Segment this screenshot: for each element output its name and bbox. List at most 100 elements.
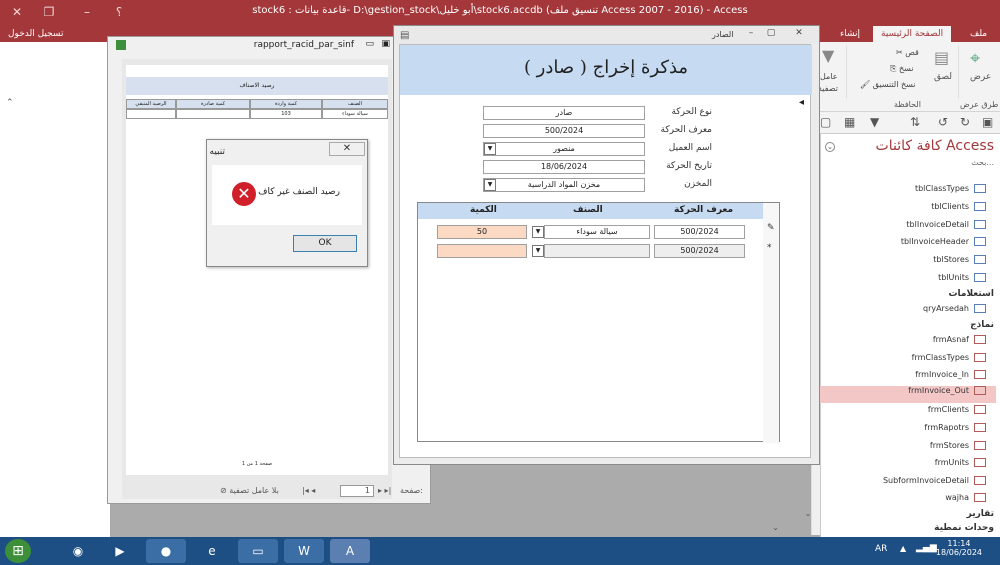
nav-item-table[interactable]: tblInvoiceDetail: [906, 220, 986, 237]
chrome-icon[interactable]: ◉: [58, 539, 98, 563]
format-painter-button[interactable]: 🖌 نسخ التنسيق: [860, 80, 915, 89]
nav-item-form[interactable]: frmClients: [928, 405, 986, 422]
cut-button[interactable]: ✂ قص: [896, 48, 919, 57]
nav-item-form[interactable]: SubformInvoiceDetail: [883, 476, 986, 493]
nav-arrows-next[interactable]: ▸ ▸|: [378, 486, 391, 495]
table-icon: [974, 237, 986, 246]
dropdown-arrow-icon[interactable]: ▼: [532, 226, 544, 238]
view-icon[interactable]: ⌖: [970, 48, 980, 69]
ok-button[interactable]: OK: [293, 235, 357, 252]
tab-home[interactable]: الصفحة الرئيسية: [873, 26, 952, 42]
media-player-icon[interactable]: ▶: [100, 539, 140, 563]
copy-icon: ⎘: [890, 64, 899, 73]
nav-item-form[interactable]: frmUnits: [935, 458, 986, 475]
nav-item-table[interactable]: tblStores: [933, 255, 986, 272]
nav-group-reports[interactable]: ⌄ تقارير: [805, 509, 994, 524]
brush-icon: 🖌: [860, 80, 873, 89]
nav-item-form[interactable]: frmClassTypes: [912, 353, 986, 370]
collapse-ribbon-icon[interactable]: ⌃: [6, 98, 14, 108]
close-icon[interactable]: ✕: [788, 28, 810, 41]
error-icon: ✕: [232, 182, 256, 206]
record-selector-icon[interactable]: ◂: [799, 97, 804, 108]
filter-status[interactable]: ⊘ بلا عامل تصفية: [220, 486, 279, 495]
new-row-item-select[interactable]: [544, 244, 650, 258]
nav-item-form[interactable]: wajha: [945, 493, 986, 510]
nav-item-table[interactable]: tblInvoiceHeader: [901, 237, 986, 254]
minimize-icon[interactable]: ▭: [365, 39, 374, 49]
filter-button-line2[interactable]: تصفية: [818, 84, 838, 93]
paste-icon[interactable]: ▤: [934, 48, 949, 67]
nav-item-form[interactable]: frmStores: [930, 441, 986, 458]
alert-message: رصيد الصنف غير كاف: [258, 187, 340, 197]
filter-icon[interactable]: ▼: [822, 46, 834, 65]
nav-item-form-selected[interactable]: frmInvoice_Out: [820, 386, 996, 403]
nav-item-form[interactable]: frmInvoice_In: [915, 370, 986, 387]
network-icon[interactable]: ▂▄▆: [916, 543, 937, 553]
nav-search-input[interactable]: بحث...: [823, 158, 998, 172]
edit-pencil-icon[interactable]: ✎: [767, 223, 775, 233]
restore-icon[interactable]: ▣: [381, 39, 390, 49]
new-row-quantity[interactable]: [437, 244, 527, 258]
copy-button[interactable]: ⎘ نسخ: [890, 64, 913, 74]
movement-id-field[interactable]: 500/2024: [483, 124, 645, 138]
dropdown-arrow-icon[interactable]: ▼: [484, 179, 496, 191]
access-icon[interactable]: A: [330, 539, 370, 563]
clock[interactable]: 11:14 18/06/2024: [936, 539, 982, 557]
filter-toggle-icon[interactable]: ▼: [870, 115, 879, 129]
view-button[interactable]: عرض: [970, 72, 991, 82]
redo-icon[interactable]: ↻: [960, 115, 970, 129]
nav-group-modules[interactable]: ⌄ وحدات نمطية: [772, 523, 994, 538]
file-explorer-icon[interactable]: ▭: [238, 539, 278, 563]
word-icon[interactable]: W: [284, 539, 324, 563]
row-quantity[interactable]: 50: [437, 225, 527, 239]
language-indicator[interactable]: AR: [875, 544, 887, 554]
client-name-select[interactable]: منصور: [483, 142, 645, 156]
movement-type-field[interactable]: صادر: [483, 106, 645, 120]
new-record-icon[interactable]: *: [767, 243, 772, 253]
new-row-movement-id[interactable]: 500/2024: [654, 244, 745, 258]
nav-group-forms[interactable]: ⌃نماذج: [808, 320, 994, 335]
form-title-bar: ▤ الصادر – ▢ ✕: [394, 26, 819, 44]
nav-item-table[interactable]: tblClients: [931, 202, 986, 219]
page-number-input[interactable]: 1: [340, 485, 374, 497]
internet-explorer-icon[interactable]: e: [192, 539, 232, 563]
paste-button[interactable]: لصق: [934, 72, 952, 82]
report-icon: [116, 40, 126, 50]
minimize-icon[interactable]: –: [740, 28, 762, 41]
dropdown-arrow-icon[interactable]: ▼: [484, 143, 496, 155]
row-movement-id[interactable]: 500/2024: [654, 225, 745, 239]
restore-icon[interactable]: ▢: [760, 28, 782, 41]
nav-title[interactable]: كافة كائنات Access: [876, 138, 994, 154]
query-icon: [974, 304, 986, 313]
save-icon[interactable]: ▣: [982, 115, 993, 129]
expand-icon: ⌄: [772, 523, 779, 532]
start-button[interactable]: ⊞: [5, 539, 31, 563]
nav-item-query[interactable]: qryArsedah: [923, 304, 986, 321]
filter-button-line1[interactable]: عامل: [820, 72, 838, 81]
form-view-icon[interactable]: ▢: [820, 115, 831, 129]
nav-item-table[interactable]: tblUnits: [938, 273, 986, 290]
tab-create[interactable]: إنشاء: [832, 26, 868, 42]
nav-arrows[interactable]: |◂ ◂: [302, 486, 315, 495]
sort-icon[interactable]: ⇅: [910, 115, 920, 129]
column-header: الرصيد المتبقي: [126, 99, 176, 109]
row-selector-column: ✎ *: [763, 203, 779, 443]
chevron-down-icon[interactable]: ⌄: [825, 142, 835, 152]
table-view-icon[interactable]: ▦: [844, 115, 855, 129]
form-window-title: الصادر: [712, 30, 734, 39]
table-icon: [974, 202, 986, 211]
tab-file[interactable]: ملف: [962, 26, 995, 42]
firefox-icon[interactable]: ●: [146, 539, 186, 563]
dropdown-arrow-icon[interactable]: ▼: [532, 245, 544, 257]
nav-item-table[interactable]: tblClassTypes: [915, 184, 986, 201]
undo-icon[interactable]: ↺: [938, 115, 948, 129]
nav-group-queries[interactable]: ⌃استعلامات: [786, 289, 994, 304]
nav-item-form[interactable]: frmAsnaf: [933, 335, 986, 352]
signin-link[interactable]: تسجيل الدخول: [0, 26, 71, 42]
movement-date-field[interactable]: 18/06/2024: [483, 160, 645, 174]
tray-expand-icon[interactable]: ▲: [900, 544, 906, 553]
row-item-select[interactable]: سيالة سوداء: [544, 225, 650, 239]
store-select[interactable]: مخزن المواد الدراسية: [483, 178, 645, 192]
close-icon[interactable]: ✕: [329, 142, 365, 156]
nav-item-form[interactable]: frmRapotrs: [924, 423, 986, 440]
